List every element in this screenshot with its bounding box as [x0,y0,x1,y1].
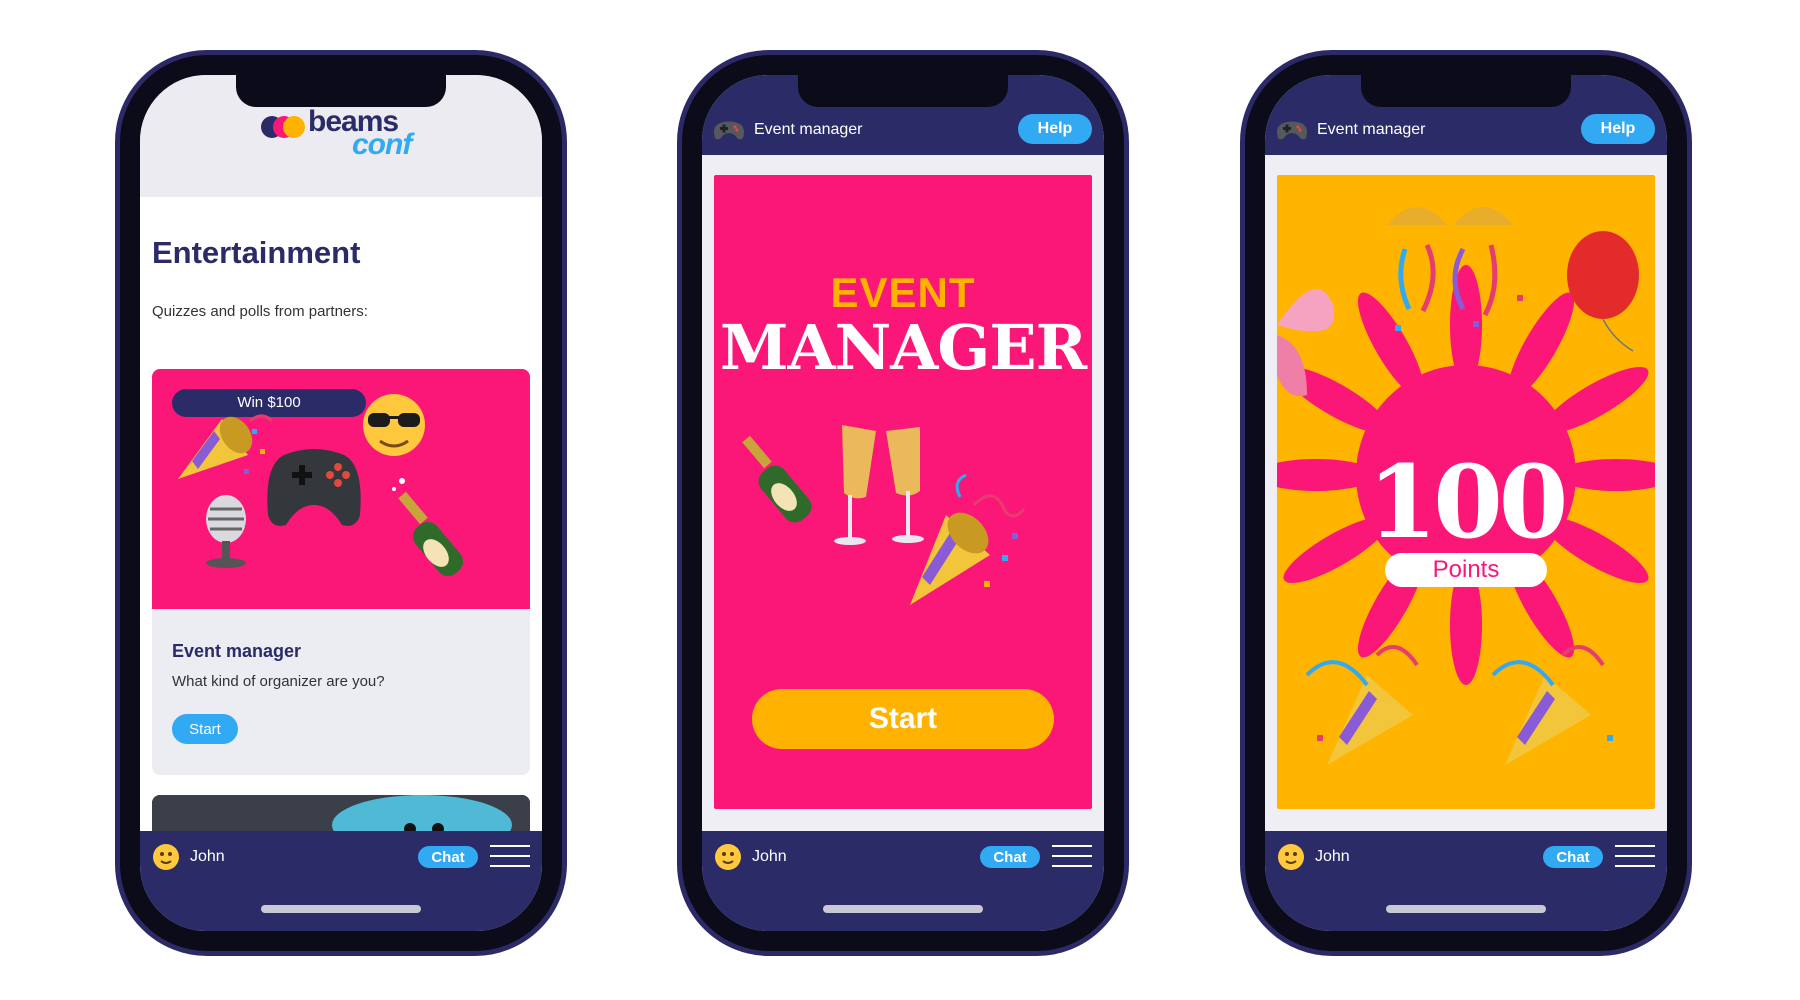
sunglasses-emoji-icon [363,394,425,456]
page-title: Entertainment [152,235,361,270]
phone-event-manager-start: Event manager Help EVENT MANAGER Start J… [677,50,1129,956]
help-button[interactable]: Help [1581,114,1655,144]
stage: beams conf Entertainment Quizzes and pol… [0,0,1800,1000]
screen: Event manager Help 100 Points John Chat [1265,75,1667,931]
screen: beams conf Entertainment Quizzes and pol… [140,75,542,931]
card-image: Win $100 [152,369,530,609]
home-indicator [1386,905,1546,913]
party-popper-icon [1305,645,1419,765]
smiley-avatar-icon[interactable] [152,843,180,871]
home-indicator [823,905,983,913]
page-subtitle: Quizzes and polls from partners: [152,303,368,320]
event-manager-panel: EVENT MANAGER Start [714,175,1092,809]
party-popper-icon [178,414,274,479]
notch [1361,75,1571,107]
hamburger-menu-icon[interactable] [1615,845,1655,869]
topbar-title: Event manager [754,121,863,138]
screen: Event manager Help EVENT MANAGER Start J… [702,75,1104,931]
hamburger-menu-icon[interactable] [490,845,530,869]
gamepad-icon [267,449,361,526]
bottom-bar: John Chat [702,831,1104,931]
card-title: Event manager [172,641,302,661]
quiz-card[interactable]: Win $100 Event manager What kind of orga… [152,369,530,775]
microphone-icon [206,495,246,568]
help-button[interactable]: Help [1018,114,1092,144]
panel-title-line1: EVENT [830,269,976,316]
topbar-title: Event manager [1317,121,1426,138]
smiley-avatar-icon[interactable] [714,843,742,871]
balloon-icon [1567,231,1639,352]
notch [798,75,1008,107]
start-button[interactable]: Start [172,714,238,744]
chat-button[interactable]: Chat [418,846,478,868]
party-popper-icon [1491,645,1613,765]
home-indicator [261,905,421,913]
user-name: John [1315,848,1350,865]
phone-event-manager-result: Event manager Help 100 Points John Chat [1240,50,1692,956]
chat-button[interactable]: Chat [1543,846,1603,868]
result-panel: 100 Points [1277,175,1655,809]
hamburger-menu-icon[interactable] [1052,845,1092,869]
champagne-bottle-icon [742,435,812,523]
champagne-bottle-icon [392,478,464,577]
user-name: John [190,848,225,865]
party-popper-icon [910,473,1026,605]
notch [236,75,446,107]
points-label: Points [1385,553,1547,587]
gamepad-icon [1277,121,1307,140]
bottom-bar: John Chat [140,831,542,931]
bottom-bar: John Chat [1265,831,1667,931]
champagne-glasses-icon [834,425,924,545]
panel-title-line2: MANAGER [719,311,1087,384]
phone-entertainment: beams conf Entertainment Quizzes and pol… [115,50,567,956]
smiley-avatar-icon[interactable] [1277,843,1305,871]
card-description: What kind of organizer are you? [172,673,385,690]
beams-logo-icon [261,116,305,138]
logo-text-conf: conf [352,128,412,161]
gamepad-icon [714,121,744,140]
celebration-illustration [742,425,1026,605]
card-illustration [178,394,464,577]
points-value: 100 [1367,443,1569,561]
start-button[interactable]: Start [752,689,1054,749]
chat-button[interactable]: Chat [980,846,1040,868]
user-name: John [752,848,787,865]
